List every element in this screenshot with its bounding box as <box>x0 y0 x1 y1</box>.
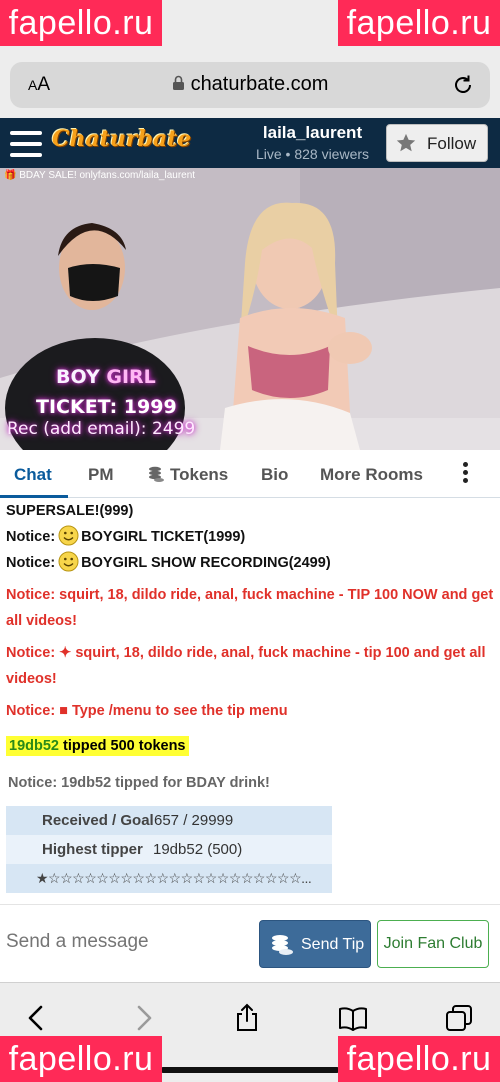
follow-button[interactable]: Follow <box>386 124 488 162</box>
tip-message: 19db52 tipped 500 tokens <box>6 733 189 759</box>
url-text: chaturbate.com <box>190 73 329 95</box>
forward-icon[interactable] <box>128 1003 158 1033</box>
watermark-top-right: fapello.ru <box>338 0 500 46</box>
overlay-recording: Rec (add email): 2499 <box>7 419 196 439</box>
share-icon[interactable] <box>232 1003 262 1033</box>
goal-row-progress-stars: ★☆☆☆☆☆☆☆☆☆☆☆☆☆☆☆☆☆☆☆☆☆... <box>6 864 332 893</box>
tabs-icon[interactable] <box>444 1003 474 1033</box>
chat-notice-gray: Notice: 19db52 tipped for BDAY drink! <box>8 775 270 791</box>
watermark-bottom-right: fapello.ru <box>338 1036 500 1082</box>
lock-icon <box>172 75 184 90</box>
goal-row-received: Received / Goal 657 / 29999 <box>6 806 332 835</box>
overlay-ticket: TICKET: 1999 <box>36 396 177 418</box>
tab-tokens[interactable]: Tokens <box>147 465 228 485</box>
coins-icon <box>149 466 164 482</box>
watermark-top-left: fapello.ru <box>0 0 162 46</box>
send-tip-label: Send Tip <box>301 936 365 953</box>
chat-panel[interactable]: SUPERSALE!(999) Notice: BOYGIRL TICKET(19… <box>0 498 500 904</box>
video-player[interactable]: 🎁 BDAY SALE! onlyfans.com/laila_laurent … <box>0 168 500 450</box>
message-input[interactable] <box>6 931 246 953</box>
video-banner: 🎁 BDAY SALE! onlyfans.com/laila_laurent <box>4 170 196 181</box>
tab-pm[interactable]: PM <box>88 465 114 485</box>
bookmarks-icon[interactable] <box>338 1003 368 1033</box>
smiley-icon <box>58 551 79 572</box>
home-indicator <box>160 1067 340 1073</box>
address-bar[interactable]: AA chaturbate.com <box>10 62 490 108</box>
chat-notice: Notice: ✦ squirt, 18, dildo ride, anal, … <box>6 645 486 687</box>
chat-input-bar: Send Tip Join Fan Club <box>0 904 500 982</box>
url-display[interactable]: chaturbate.com <box>10 73 490 96</box>
live-status: Live • 828 viewers <box>255 146 370 162</box>
star-icon <box>396 133 416 152</box>
chat-notice: Notice: squirt, 18, dildo ride, anal, fu… <box>6 587 494 629</box>
chat-message: SUPERSALE!(999) <box>6 503 134 519</box>
tab-more-rooms[interactable]: More Rooms <box>320 465 423 485</box>
room-name[interactable]: laila_laurent <box>250 123 375 143</box>
reload-icon[interactable] <box>452 74 474 96</box>
tab-bio[interactable]: Bio <box>261 465 288 485</box>
chat-notice: Notice: ■ Type /menu to see the tip menu <box>6 703 288 719</box>
site-header: Chaturbate laila_laurent Live • 828 view… <box>0 118 500 168</box>
follow-label: Follow <box>427 134 477 153</box>
watermark-bottom-left: fapello.ru <box>0 1036 162 1082</box>
send-tip-button[interactable]: Send Tip <box>259 920 371 968</box>
room-tabs: Chat PM Tokens Bio More Rooms <box>0 450 500 498</box>
tipper-username[interactable]: 19db52 <box>9 738 59 754</box>
goal-table: Received / Goal 657 / 29999 Highest tipp… <box>6 806 332 893</box>
goal-row-highest-tipper: Highest tipper 19db52 (500) <box>6 835 332 864</box>
hamburger-icon[interactable] <box>10 131 42 157</box>
chat-message: Notice: BOYGIRL SHOW RECORDING(2499) <box>6 550 331 576</box>
chat-message: Notice: BOYGIRL TICKET(1999) <box>6 524 245 550</box>
tab-chat[interactable]: Chat <box>14 465 52 485</box>
overlay-boygirl: BOY GIRL <box>56 366 156 388</box>
smiley-icon <box>58 525 79 546</box>
back-icon[interactable] <box>22 1003 52 1033</box>
join-fan-club-button[interactable]: Join Fan Club <box>377 920 489 968</box>
site-logo[interactable]: Chaturbate <box>52 126 191 158</box>
room-info: laila_laurent Live • 828 viewers <box>250 123 375 162</box>
coins-icon <box>272 935 293 955</box>
kebab-icon[interactable] <box>460 462 470 486</box>
